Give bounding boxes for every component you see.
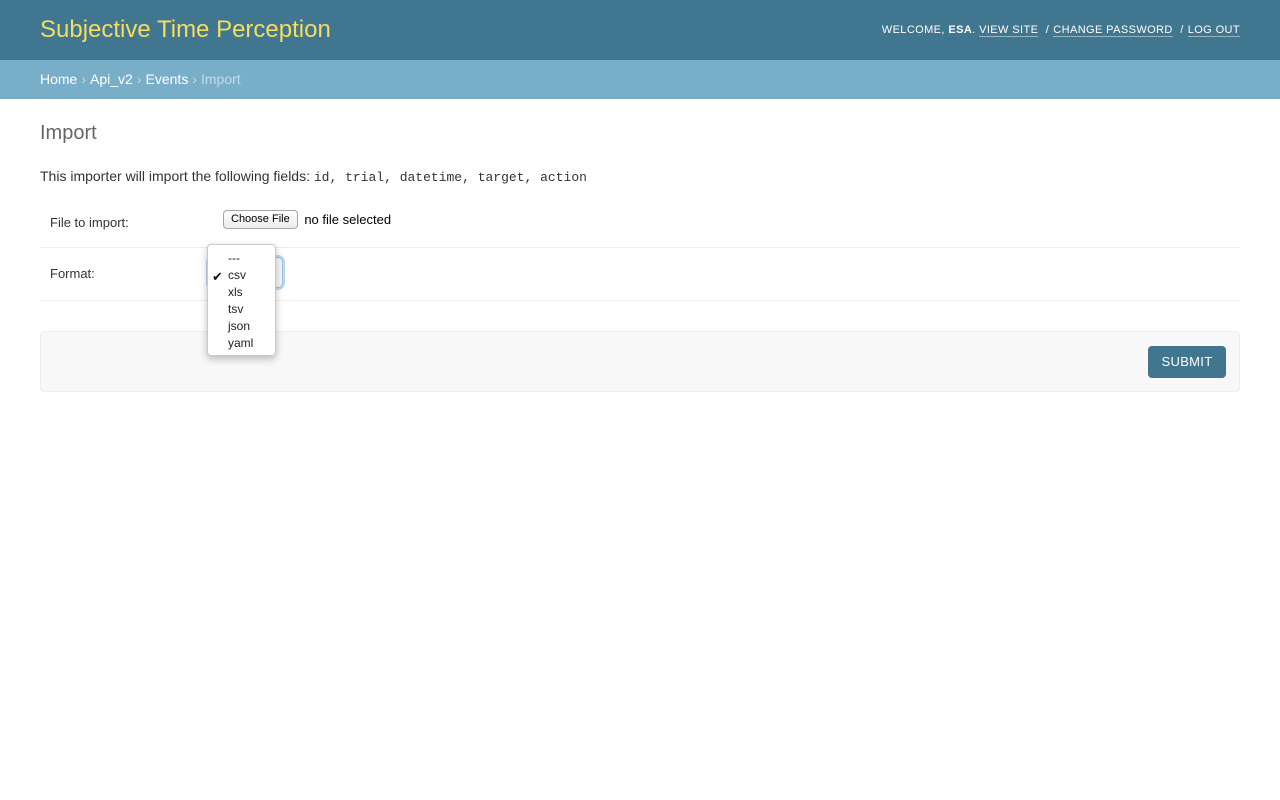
breadcrumb-home[interactable]: Home	[40, 71, 77, 87]
header: Subjective Time Perception WELCOME, ESA.…	[0, 0, 1280, 60]
format-option-xls[interactable]: xls	[228, 284, 243, 301]
breadcrumb-api-v2[interactable]: Api_v2	[90, 71, 133, 87]
format-label: Format:	[50, 266, 95, 281]
format-option-json[interactable]: json	[228, 318, 250, 335]
choose-file-button[interactable]: Choose File	[223, 210, 298, 229]
user-tools-separator: /	[1180, 24, 1184, 36]
user-tools-separator: /	[1045, 24, 1050, 36]
file-input[interactable]: Choose File no file selected	[223, 210, 391, 229]
format-option-yaml[interactable]: yaml	[228, 335, 253, 352]
format-dropdown[interactable]: ✔ --- csv xls tsv json yaml	[207, 244, 276, 356]
breadcrumb-separator: ›	[136, 71, 142, 87]
user-tools: WELCOME, ESA. VIEW SITE / CHANGE PASSWORD…	[882, 23, 1240, 37]
welcome-suffix: .	[972, 24, 976, 36]
site-title[interactable]: Subjective Time Perception	[40, 15, 331, 45]
welcome-text: WELCOME,	[881, 24, 945, 36]
submit-button[interactable]: SUBMIT	[1148, 346, 1226, 378]
file-row: File to import: Choose File no file sele…	[40, 198, 1240, 248]
checkmark-icon: ✔	[212, 269, 223, 284]
breadcrumb-events[interactable]: Events	[146, 71, 189, 87]
user-name: ESA	[948, 24, 973, 36]
page-title: Import	[40, 122, 97, 144]
file-label: File to import:	[50, 215, 129, 230]
view-site-link[interactable]: VIEW SITE	[979, 24, 1039, 37]
file-status: no file selected	[304, 212, 392, 227]
format-option-blank[interactable]: ---	[228, 250, 240, 267]
breadcrumb: Home › Api_v2 › Events › Import	[0, 60, 1280, 99]
change-password-link[interactable]: CHANGE PASSWORD	[1053, 24, 1173, 37]
format-option-csv[interactable]: csv	[228, 267, 246, 284]
log-out-link[interactable]: LOG OUT	[1187, 24, 1240, 37]
import-fields: id, trial, datetime, target, action	[313, 170, 587, 185]
format-option-tsv[interactable]: tsv	[228, 301, 243, 318]
breadcrumb-separator: ›	[192, 71, 197, 87]
breadcrumb-current: Import	[201, 71, 241, 87]
import-intro: This importer will import the following …	[40, 167, 587, 187]
breadcrumb-separator: ›	[81, 71, 87, 87]
intro-text: This importer will import the following …	[40, 168, 310, 184]
